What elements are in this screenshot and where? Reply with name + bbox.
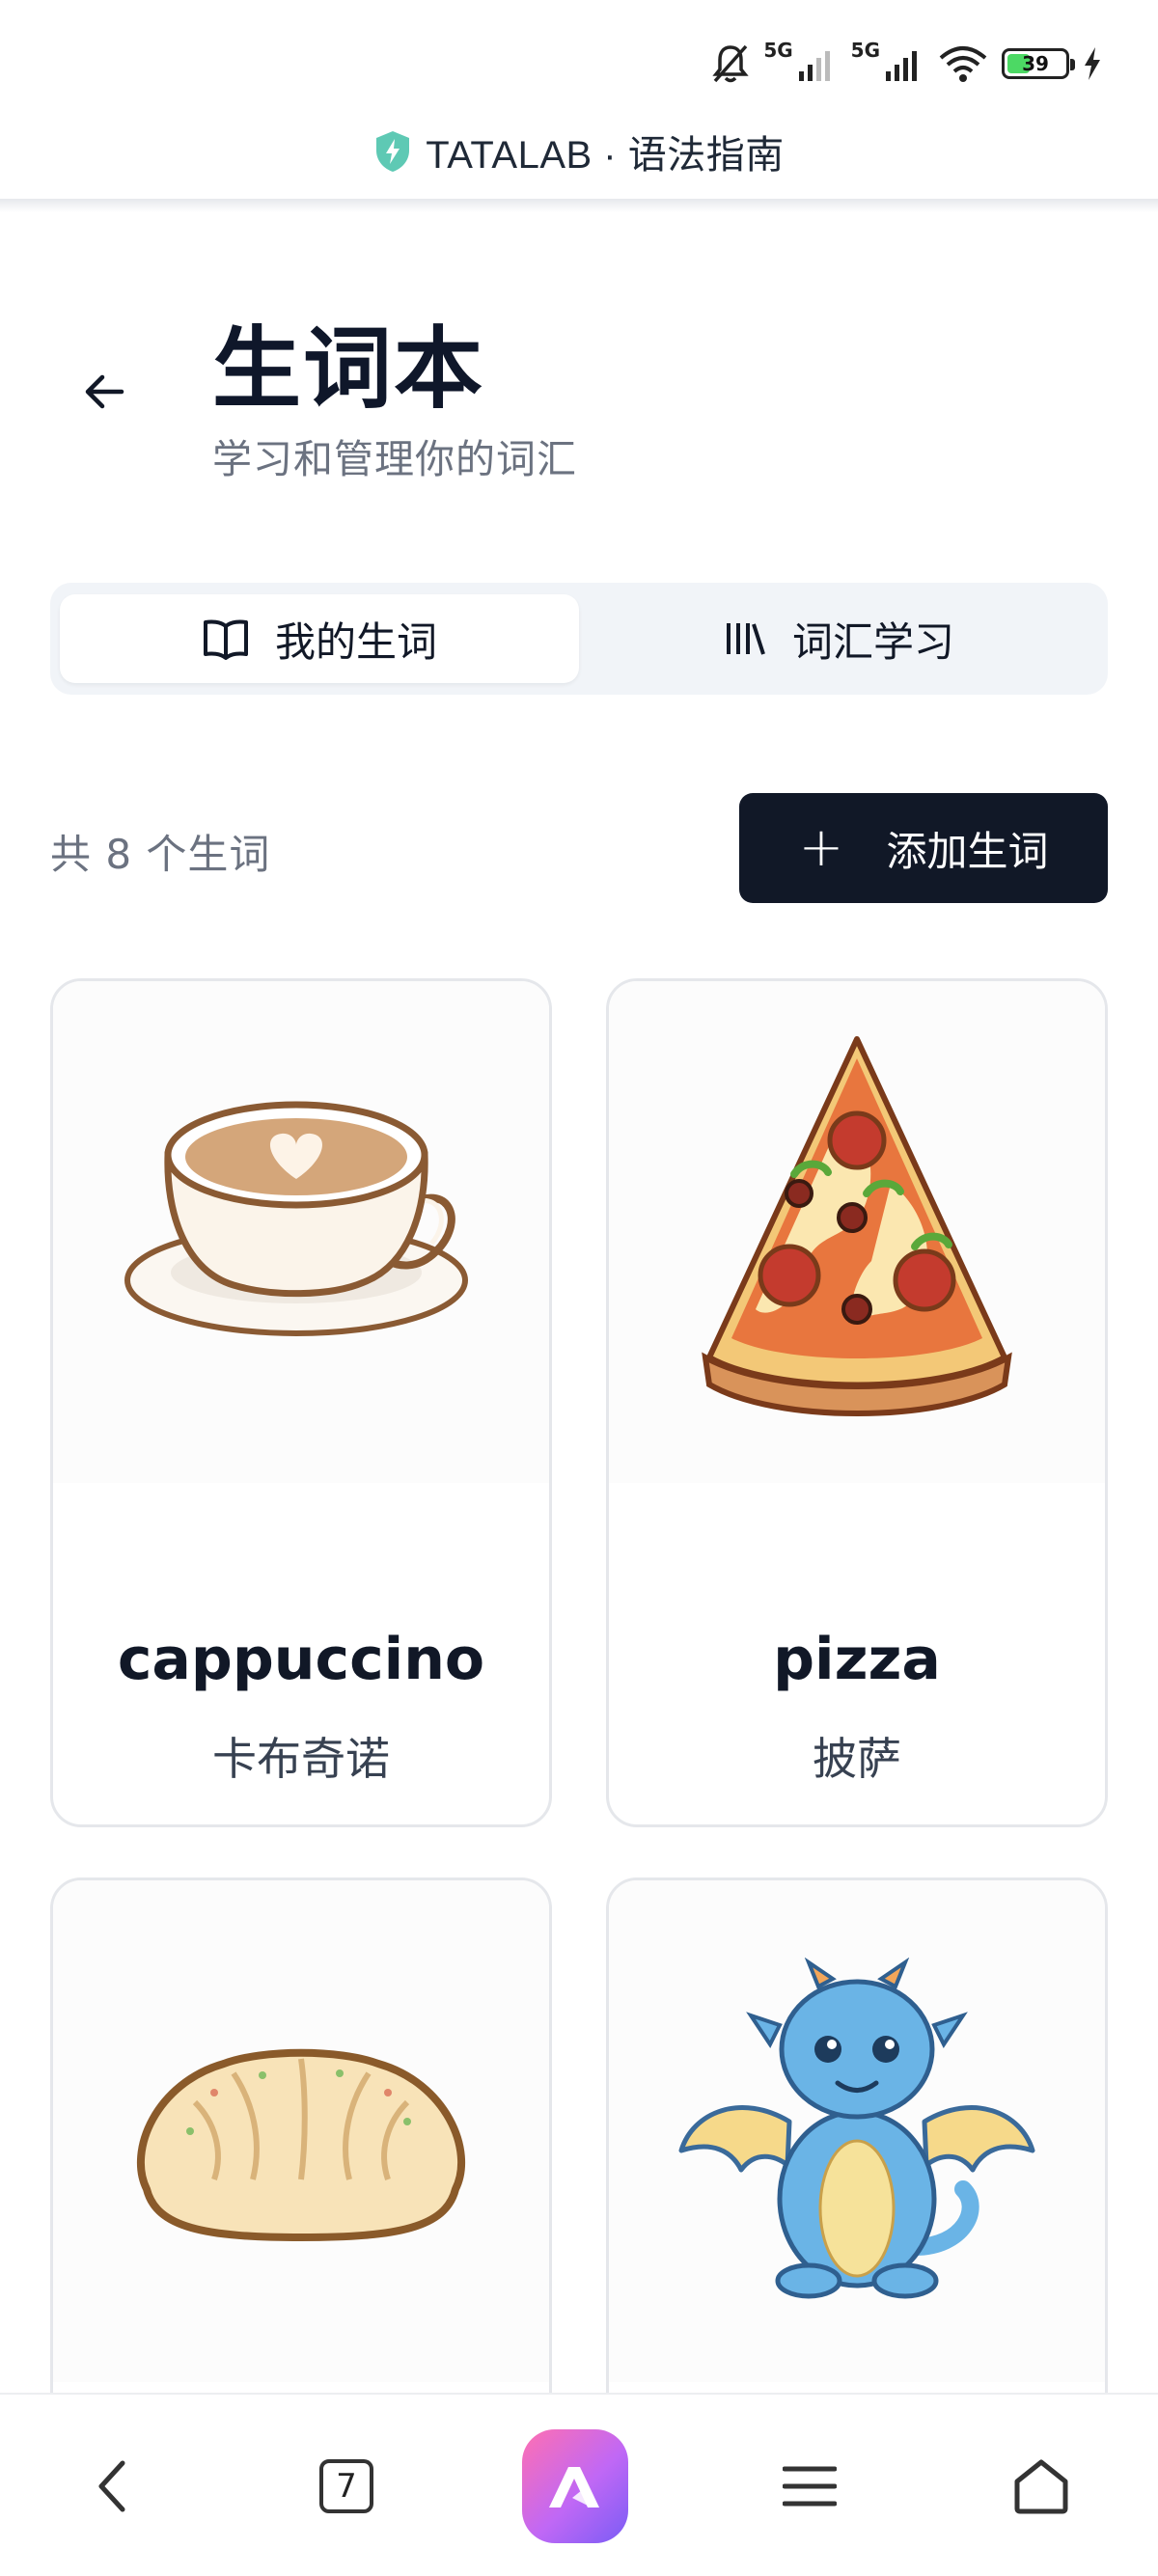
- plus-icon: +: [798, 816, 844, 879]
- tab-vocab-study-label: 词汇学习: [791, 617, 954, 666]
- dragon-image: [609, 1880, 1105, 2382]
- arrow-left-icon: [85, 374, 124, 409]
- nav-menu-button[interactable]: [757, 2433, 863, 2539]
- battery-percent: 39: [1022, 52, 1049, 75]
- tab-my-words[interactable]: 我的生词: [60, 594, 579, 683]
- site-title-bar[interactable]: TATALAB · 语法指南: [0, 123, 1158, 179]
- battery-indicator: 39: [1002, 48, 1075, 79]
- word-card-dragon[interactable]: [606, 1877, 1108, 2456]
- tab-count: 7: [336, 2467, 357, 2506]
- network-label-1: 5G: [763, 39, 793, 62]
- header-shadow: [0, 199, 1158, 212]
- nav-app-button[interactable]: [522, 2429, 628, 2543]
- charging-icon: [1085, 47, 1100, 80]
- word-card-cappuccino[interactable]: cappuccino 卡布奇诺: [50, 978, 552, 1827]
- back-button[interactable]: [77, 365, 131, 419]
- nav-home-button[interactable]: [988, 2433, 1094, 2539]
- home-icon: [1014, 2459, 1068, 2514]
- mute-bell-icon: [712, 44, 749, 83]
- nav-back-button[interactable]: [60, 2433, 166, 2539]
- segmented-tabs: 我的生词 词汇学习: [50, 583, 1108, 695]
- nav-tabs-button[interactable]: 7: [293, 2433, 400, 2539]
- word-count: 共 8 个生词: [50, 831, 271, 878]
- page-title: 生词本: [212, 317, 485, 421]
- menu-icon: [783, 2466, 837, 2507]
- card-meaning: 卡布奇诺: [212, 1733, 390, 1785]
- card-meaning: 披萨: [813, 1733, 901, 1785]
- back-icon: [98, 2460, 125, 2512]
- tab-vocab-study[interactable]: 词汇学习: [579, 594, 1098, 683]
- signal-icon: [798, 51, 830, 81]
- status-icons: 5G 5G 39: [711, 39, 1102, 85]
- app-icon: [522, 2429, 628, 2543]
- word-card-pizza[interactable]: pizza 披萨: [606, 978, 1108, 1827]
- page-subtitle: 学习和管理你的词汇: [212, 436, 577, 482]
- network-label-2: 5G: [850, 39, 880, 62]
- dumpling-image: [53, 1880, 549, 2382]
- bottom-nav: 7: [0, 2393, 1158, 2576]
- status-bar: 5G 5G 39: [0, 0, 1158, 116]
- site-title: TATALAB · 语法指南: [426, 134, 785, 177]
- add-word-button[interactable]: + 添加生词: [739, 793, 1108, 903]
- add-word-label: 添加生词: [886, 827, 1049, 875]
- tab-my-words-label: 我的生词: [274, 617, 437, 666]
- wifi-icon: [939, 46, 987, 82]
- book-open-icon: [203, 619, 248, 660]
- cappuccino-image: [53, 981, 549, 1483]
- tabs-icon: 7: [319, 2459, 373, 2513]
- word-card-dumpling[interactable]: [50, 1877, 552, 2456]
- shield-icon: [376, 131, 410, 172]
- signal-icon-2: [886, 51, 917, 81]
- card-word: pizza: [773, 1626, 941, 1693]
- pizza-image: [609, 981, 1105, 1483]
- library-icon: [726, 623, 765, 655]
- card-word: cappuccino: [117, 1626, 485, 1693]
